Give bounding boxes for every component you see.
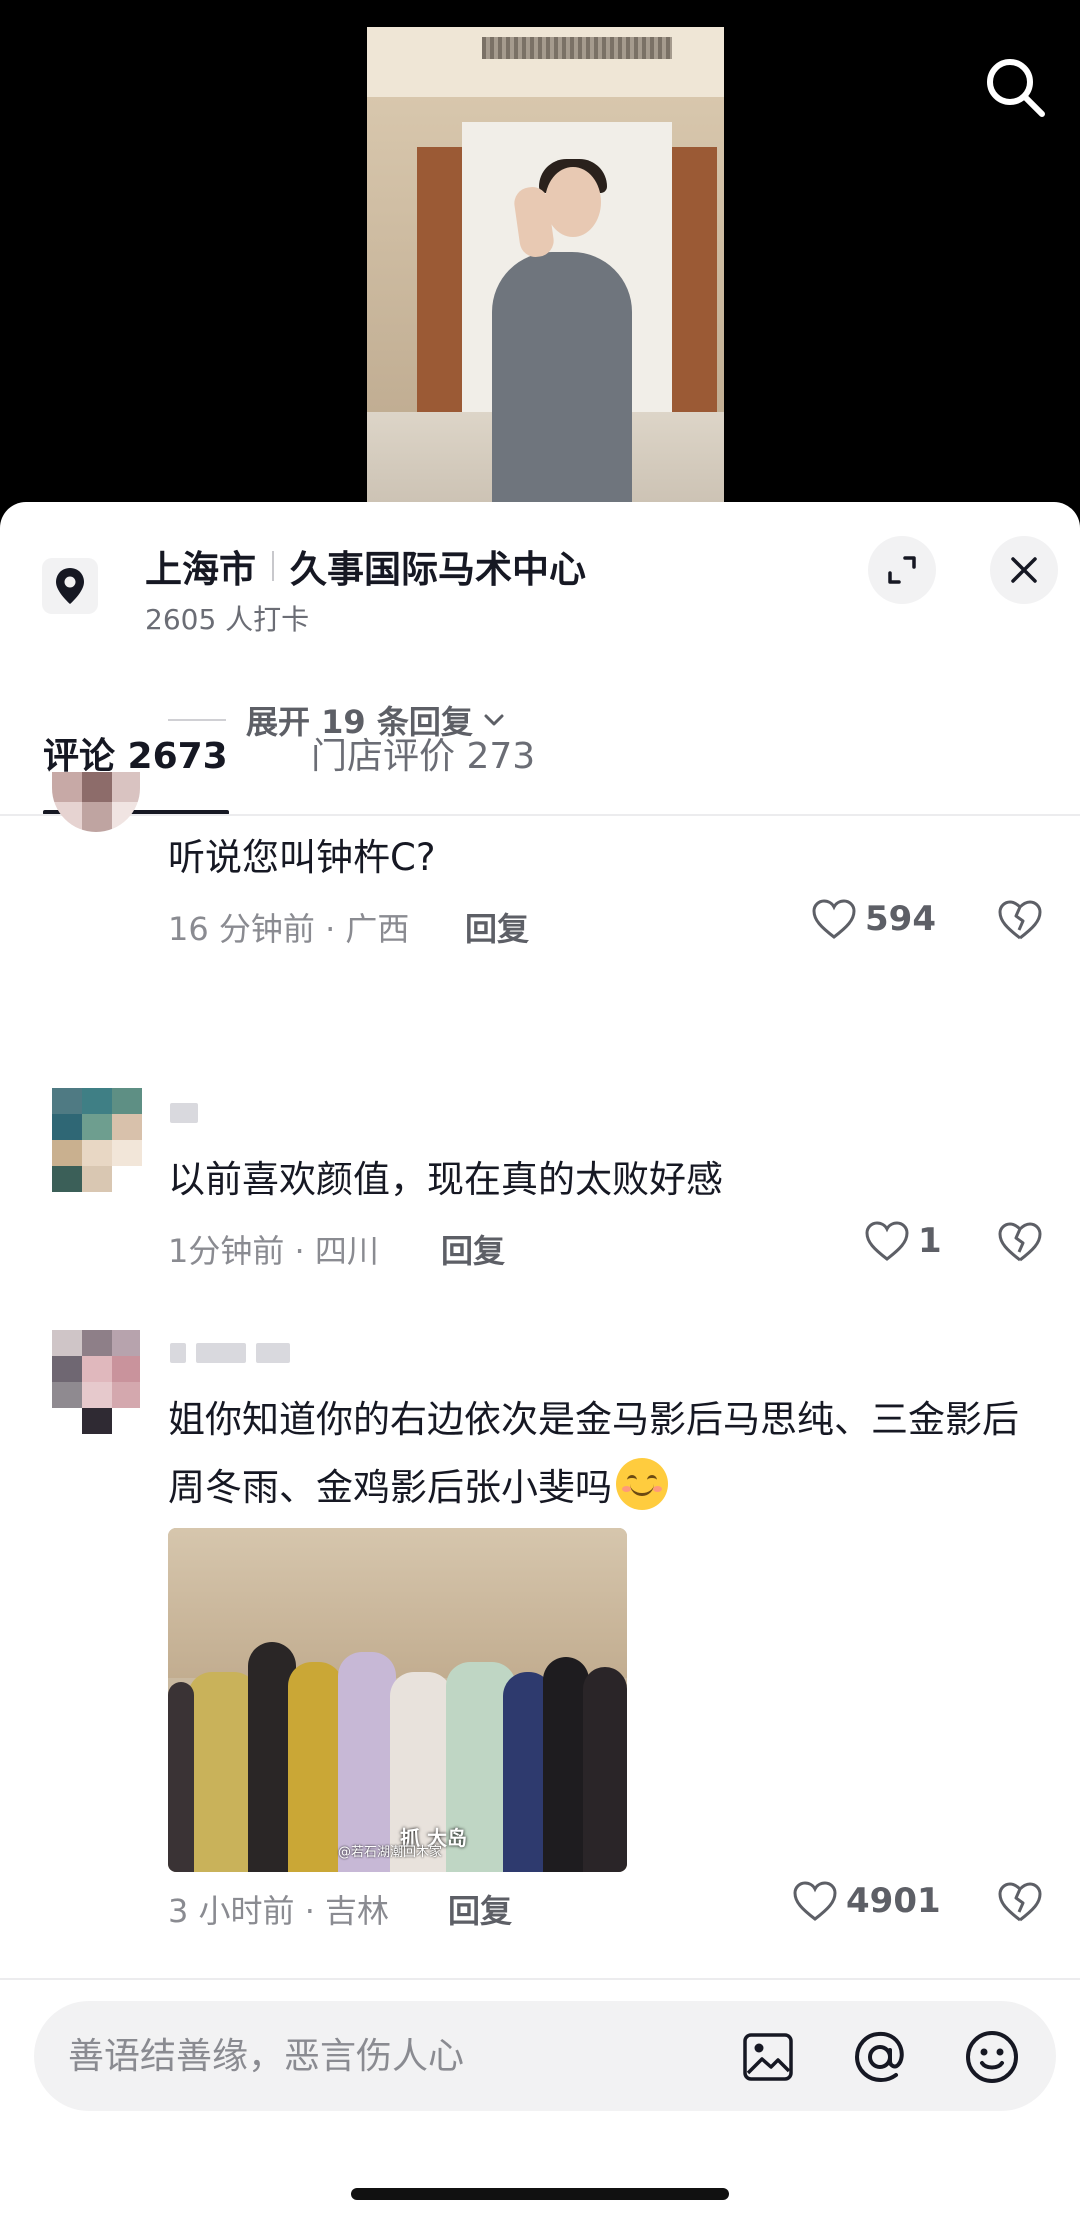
comment-input[interactable] <box>68 2001 728 2111</box>
location-pin-icon <box>42 558 98 614</box>
comment-meta: 1分钟前 · 四川 <box>168 1232 379 1270</box>
smile-emoji-icon <box>616 1458 668 1510</box>
chevron-down-icon <box>484 714 504 726</box>
video-door-right <box>672 147 717 417</box>
comment-input-bar <box>34 2001 1056 2111</box>
video-frame[interactable] <box>367 27 724 520</box>
video-vent <box>482 37 672 59</box>
photo-backdrop <box>168 1528 627 1678</box>
location-sheet: 上海市 久事国际马术中心 2605 人打卡 评论 2673 门店评价 273 <box>0 502 1080 2228</box>
location-city: 上海市 <box>145 548 256 591</box>
username-redacted <box>170 1103 198 1123</box>
expand-replies-label: 展开 19 条回复 <box>246 703 473 741</box>
expand-icon <box>888 556 916 584</box>
expand-button[interactable] <box>868 536 936 604</box>
avatar[interactable] <box>52 1088 142 1192</box>
reply-button[interactable]: 回复 <box>465 904 529 950</box>
tab-bar: 评论 2673 门店评价 273 <box>0 692 1080 815</box>
comment-text-content: 姐你知道你的右边依次是金马影后马思纯、三金影后周冬雨、金鸡影后张小斐吗 <box>168 1398 1019 1509</box>
photo-person <box>583 1667 627 1872</box>
photo-person <box>338 1652 396 1872</box>
photo-person <box>168 1682 194 1872</box>
username-redacted <box>170 1343 290 1363</box>
video-door-left <box>417 147 462 417</box>
comment-text: 姐你知道你的右边依次是金马影后马思纯、三金影后周冬雨、金鸡影后张小斐吗 <box>168 1386 1038 1522</box>
input-divider <box>0 1978 1080 1980</box>
dislike-button[interactable] <box>996 1880 1048 1932</box>
heart-icon <box>812 899 856 939</box>
tabs-divider <box>0 814 1080 816</box>
checkin-count: 2605 人打卡 <box>145 603 310 636</box>
comment-meta: 3 小时前 · 吉林 <box>168 1892 390 1930</box>
comment-image[interactable]: 抓 大岛 @若石湖潮回木家 <box>168 1528 627 1872</box>
avatar[interactable] <box>52 1330 140 1434</box>
video-person-head <box>545 167 601 237</box>
expand-replies-button[interactable]: 展开 19 条回复 <box>168 695 509 745</box>
like-button[interactable]: 594 <box>811 898 936 940</box>
broken-heart-icon <box>998 900 1042 940</box>
reply-button[interactable]: 回复 <box>448 1886 512 1932</box>
at-icon[interactable] <box>850 2027 910 2087</box>
title-separator <box>272 551 274 581</box>
close-icon <box>1011 557 1037 583</box>
dislike-button[interactable] <box>996 1220 1048 1272</box>
location-title[interactable]: 上海市 久事国际马术中心 <box>145 538 586 594</box>
avatar[interactable] <box>52 772 140 832</box>
image-icon[interactable] <box>738 2027 798 2087</box>
broken-heart-icon <box>998 1222 1042 1262</box>
like-button[interactable]: 4901 <box>792 1880 941 1922</box>
dislike-button[interactable] <box>996 898 1048 950</box>
broken-heart-icon <box>998 1882 1042 1922</box>
like-count: 594 <box>865 899 936 939</box>
reply-button[interactable]: 回复 <box>441 1226 505 1272</box>
like-count: 1 <box>918 1221 942 1261</box>
heart-icon <box>865 1221 909 1261</box>
like-count: 4901 <box>846 1881 941 1921</box>
comment-text: 以前喜欢颜值，现在真的太败好感 <box>168 1158 723 1201</box>
emoji-icon[interactable] <box>962 2027 1022 2087</box>
heart-icon <box>793 1881 837 1921</box>
location-venue: 久事国际马术中心 <box>290 548 586 591</box>
photo-watermark: @若石湖潮回木家 <box>338 1845 443 1860</box>
video-person-body <box>492 252 632 520</box>
like-button[interactable]: 1 <box>864 1220 942 1262</box>
expand-line <box>168 719 226 721</box>
search-icon[interactable] <box>980 52 1050 122</box>
home-indicator[interactable] <box>351 2188 729 2200</box>
close-button[interactable] <box>990 536 1058 604</box>
photo-person <box>288 1662 343 1872</box>
video-player[interactable] <box>0 0 1080 520</box>
comment-text: 听说您叫钟杵C? <box>168 836 436 879</box>
comment-meta: 16 分钟前 · 广西 <box>168 910 410 948</box>
